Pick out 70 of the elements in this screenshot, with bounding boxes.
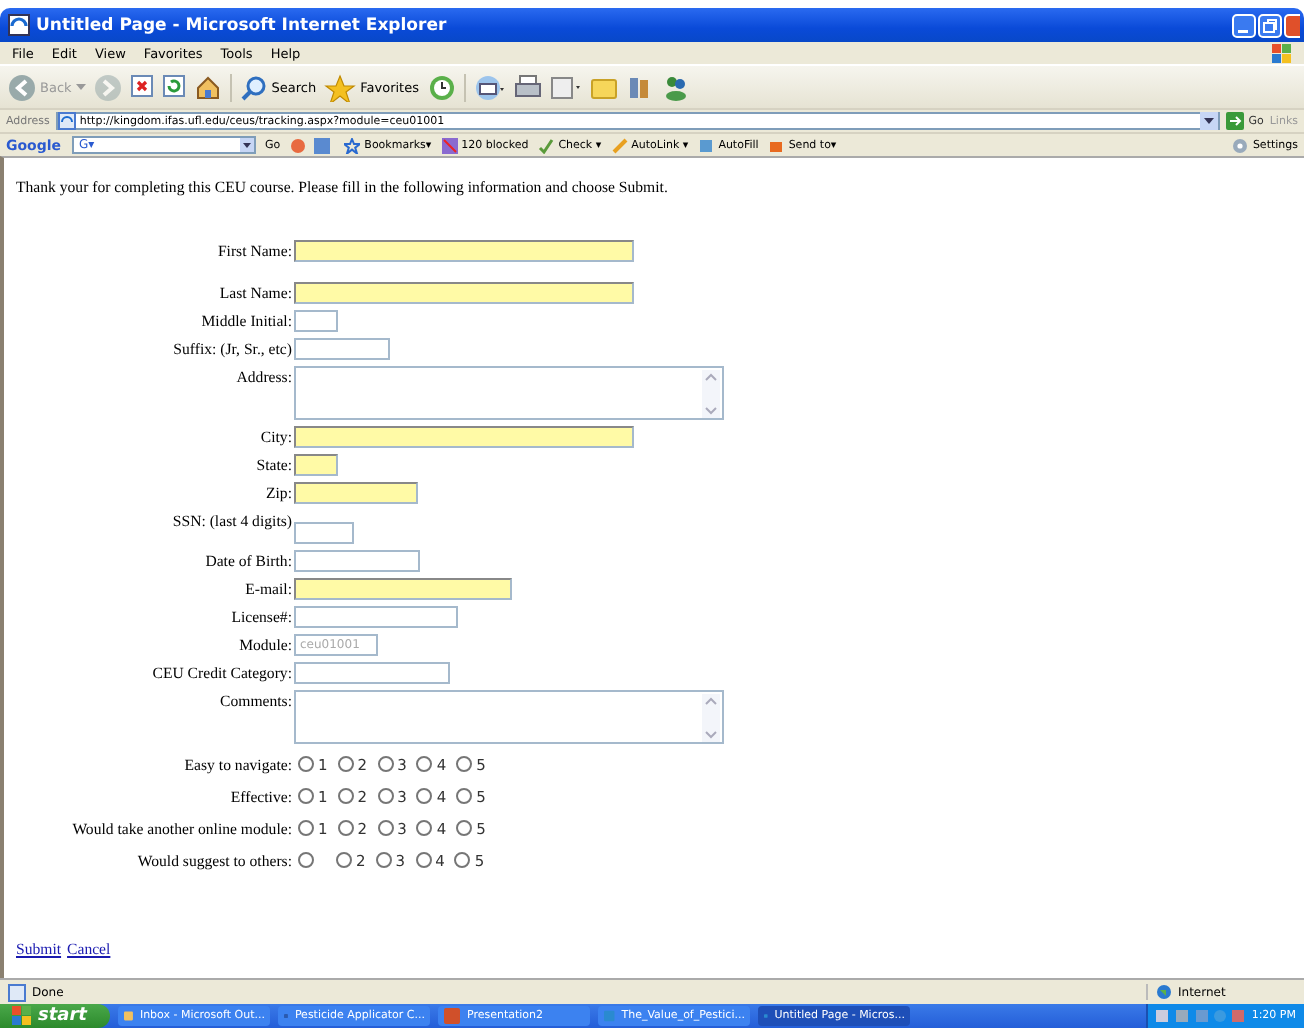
restore-icon[interactable] xyxy=(1258,13,1282,37)
radio-button[interactable] xyxy=(337,756,354,772)
radio-button[interactable] xyxy=(416,788,433,804)
minimize-icon[interactable] xyxy=(1232,13,1256,37)
text-field[interactable] xyxy=(294,550,420,572)
radio-button[interactable] xyxy=(456,756,473,772)
app-icon xyxy=(444,1008,461,1024)
globe-icon xyxy=(1156,984,1172,1000)
checkmark-icon xyxy=(538,137,555,153)
text-field[interactable] xyxy=(294,606,458,628)
form-icon xyxy=(698,137,715,153)
text-field[interactable] xyxy=(294,338,390,360)
text-field[interactable] xyxy=(294,240,634,262)
radio-button[interactable] xyxy=(336,852,352,868)
text-field[interactable] xyxy=(294,426,634,448)
house-icon[interactable] xyxy=(193,73,222,101)
radio-button[interactable] xyxy=(375,852,392,868)
app-icon xyxy=(604,1008,616,1024)
radio-button[interactable] xyxy=(456,788,473,804)
radio-button[interactable] xyxy=(298,756,314,772)
radio-button[interactable] xyxy=(415,852,432,868)
text-field[interactable] xyxy=(294,282,634,304)
dropdown-icon xyxy=(239,138,254,152)
books-icon[interactable] xyxy=(625,73,653,101)
scroll-arrows-icon xyxy=(702,694,720,742)
radio-button[interactable] xyxy=(416,820,433,836)
stop-icon[interactable] xyxy=(129,73,154,101)
text-field[interactable] xyxy=(294,522,354,544)
envelope-icon[interactable] xyxy=(473,73,505,101)
text-field[interactable] xyxy=(294,578,512,600)
radio-button[interactable] xyxy=(456,820,473,836)
radio-button[interactable] xyxy=(454,852,471,868)
send-icon xyxy=(768,137,785,153)
window-title: Untitled Page - Microsoft Internet Explorer xyxy=(36,15,449,35)
toolbar-icons-drawing[interactable] xyxy=(290,137,335,153)
go-arrow-icon xyxy=(1226,112,1245,130)
search-icon xyxy=(239,73,268,101)
radio-button[interactable] xyxy=(298,820,314,836)
text-field[interactable] xyxy=(294,482,418,504)
close-icon[interactable] xyxy=(1284,13,1300,37)
windows-flag-icon xyxy=(12,1006,32,1026)
page-icon xyxy=(8,983,26,1001)
scroll-arrows-icon xyxy=(702,370,720,418)
radio-button[interactable] xyxy=(298,852,314,868)
wand-icon xyxy=(611,137,628,153)
app-icon xyxy=(124,1008,134,1024)
radio-button[interactable] xyxy=(337,788,354,804)
text-field[interactable] xyxy=(294,310,338,332)
document-icon[interactable] xyxy=(549,73,581,101)
dropdown-icon[interactable] xyxy=(1200,112,1219,130)
star-icon xyxy=(344,137,361,153)
radio-button[interactable] xyxy=(337,820,354,836)
radio-button[interactable] xyxy=(377,756,394,772)
text-field[interactable] xyxy=(294,662,450,684)
radio-button[interactable] xyxy=(298,788,314,804)
start-button[interactable]: start xyxy=(0,1004,111,1028)
clock-icon[interactable] xyxy=(427,73,455,101)
text-field[interactable] xyxy=(294,454,338,476)
radio-button[interactable] xyxy=(416,756,433,772)
refresh-icon[interactable] xyxy=(161,73,186,101)
printer-icon[interactable] xyxy=(513,73,541,101)
browser-icon xyxy=(8,14,30,36)
popup-blocker-icon xyxy=(441,137,458,153)
tray-icons-drawing[interactable] xyxy=(1155,1008,1244,1024)
page-icon xyxy=(57,112,76,130)
radio-button[interactable] xyxy=(377,788,394,804)
radio-button[interactable] xyxy=(377,820,394,836)
windows-flag-icon xyxy=(1272,43,1292,63)
people-icon[interactable] xyxy=(661,73,689,101)
star-icon xyxy=(324,73,357,101)
